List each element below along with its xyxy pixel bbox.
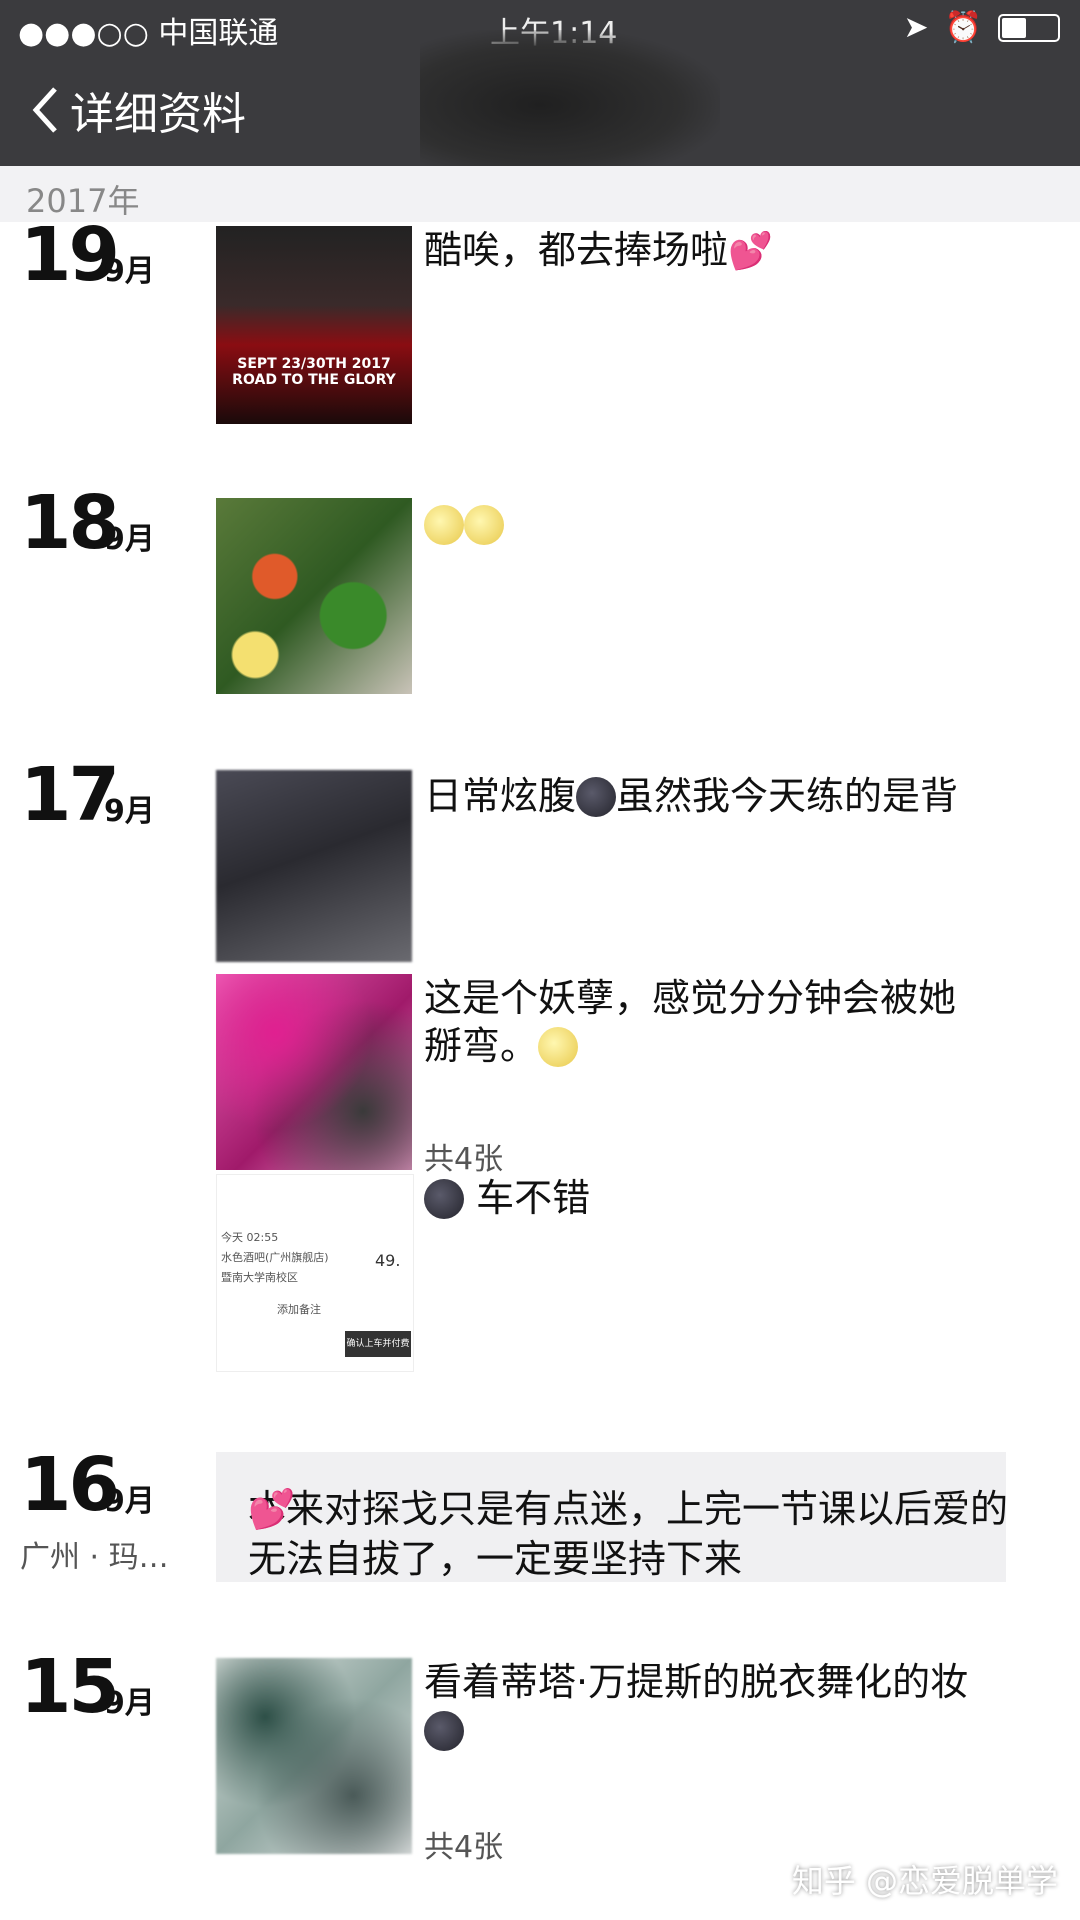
status-icons: ➤ ⏰ <box>903 10 1060 45</box>
heart-emoji-icon: 💕 <box>248 1487 296 1531</box>
text-only-post[interactable]: 本来对探戈只是有点迷，上完一节课以后爱的无法自拔了，一定要坚持下来 💕 <box>216 1452 1008 1582</box>
post-day: 17 <box>20 752 120 838</box>
photo-count: 共4张 <box>424 1142 504 1177</box>
post-text: 车不错 <box>424 1174 590 1222</box>
post-month: 9月 <box>104 522 155 557</box>
post-month: 9月 <box>104 254 155 289</box>
post-image[interactable] <box>216 974 412 1170</box>
poster-text: SEPT 23/30TH 2017 ROAD TO THE GLORY <box>232 356 396 388</box>
post-month: 9月 <box>104 1686 155 1721</box>
post-day: 15 <box>20 1644 120 1730</box>
nav-title: 详细资料 <box>70 89 246 140</box>
post-text: 看着蒂塔·万提斯的脱衣舞化的妆 <box>424 1658 984 1754</box>
face-emoji-icon <box>424 505 464 545</box>
post-month: 9月 <box>104 794 155 829</box>
location-arrow-icon: ➤ <box>903 10 929 45</box>
face-emoji-icon <box>464 505 504 545</box>
chevron-left-icon <box>32 87 57 133</box>
post-text: 这是个妖孽，感觉分分钟会被她掰弯。 <box>424 976 957 1068</box>
dark-moon-emoji-icon <box>424 1711 464 1751</box>
post-emoji <box>424 500 504 548</box>
post-text: 日常炫腹 虽然我今天练的是背 <box>424 774 959 818</box>
carrier: ●●●○○ 中国联通 <box>18 16 279 51</box>
battery-icon <box>998 13 1060 42</box>
post-image[interactable] <box>216 1658 412 1854</box>
post-image[interactable]: 今天 02:55 水色酒吧(广州旗舰店) 暨南大学南校区 49. 添加备注 确认… <box>216 1174 414 1372</box>
dark-moon-emoji-icon <box>576 777 617 817</box>
post-day: 19 <box>20 212 120 298</box>
full-moon-emoji-icon <box>538 1027 579 1067</box>
alarm-icon: ⏰ <box>944 10 982 45</box>
dark-moon-emoji-icon <box>424 1179 464 1219</box>
post-location[interactable]: 广州 · 玛… <box>20 1532 169 1576</box>
post-image[interactable]: SEPT 23/30TH 2017 ROAD TO THE GLORY <box>216 226 412 424</box>
year-header: 2017年 <box>0 166 1080 222</box>
post-image[interactable] <box>216 498 412 694</box>
post-text: 酷唉，都去捧场啦💕 <box>424 228 773 272</box>
post-day: 18 <box>20 480 120 566</box>
watermark: 知乎 @恋爱脱单学 <box>791 1862 1058 1900</box>
redaction-scribble <box>420 30 720 180</box>
post-day: 16 <box>20 1442 120 1528</box>
heart-emoji-icon: 💕 <box>728 231 773 272</box>
back-button[interactable]: 详细资料 <box>30 78 246 142</box>
post-image[interactable] <box>216 770 412 962</box>
photo-count: 共4张 <box>424 1830 504 1865</box>
post-month: 9月 <box>104 1484 155 1519</box>
